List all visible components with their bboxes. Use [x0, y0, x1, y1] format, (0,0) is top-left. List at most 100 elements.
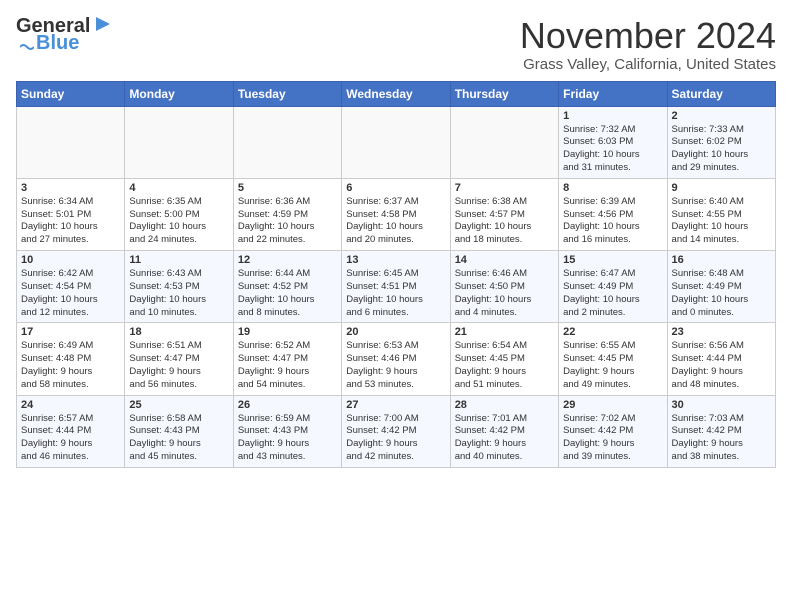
day-info: Sunrise: 6:48 AM Sunset: 4:49 PM Dayligh… — [672, 268, 771, 319]
weekday-header-sunday: Sunday — [17, 81, 125, 106]
day-number: 23 — [672, 326, 771, 338]
day-number: 18 — [129, 326, 228, 338]
weekday-header-wednesday: Wednesday — [342, 81, 450, 106]
calendar-cell: 20 Sunrise: 6:53 AM Sunset: 4:46 PM Dayli… — [342, 323, 450, 395]
calendar-cell: 7Sunrise: 6:38 AM Sunset: 4:57 PM Daylig… — [450, 178, 558, 250]
calendar-cell: 22Sunrise: 6:55 AM Sunset: 4:45 PM Dayli… — [559, 323, 667, 395]
weekday-header-saturday: Saturday — [667, 81, 775, 106]
day-number: 24 — [21, 399, 120, 411]
calendar-cell: 10 Sunrise: 6:42 AM Sunset: 4:54 PM Dayli… — [17, 251, 125, 323]
day-info: Sunrise: 6:39 AM Sunset: 4:56 PM Dayligh… — [563, 196, 662, 247]
calendar-cell: 12 Sunrise: 6:44 AM Sunset: 4:52 PM Dayli… — [233, 251, 341, 323]
day-info: Sunrise: 6:43 AM Sunset: 4:53 PM Dayligh… — [129, 268, 228, 319]
calendar-cell: 15 Sunrise: 6:47 AM Sunset: 4:49 PM Dayli… — [559, 251, 667, 323]
day-number: 15 — [563, 254, 662, 266]
weekday-header-tuesday: Tuesday — [233, 81, 341, 106]
calendar-cell — [342, 106, 450, 178]
day-info: Sunrise: 7:01 AM Sunset: 4:42 PM Dayligh… — [455, 413, 554, 464]
day-info: Sunrise: 7:33 AM Sunset: 6:02 PM Dayligh… — [672, 124, 771, 175]
day-number: 6 — [346, 182, 445, 194]
logo-arrow-icon — [92, 13, 114, 35]
calendar-header-row: SundayMondayTuesdayWednesdayThursdayFrid… — [17, 81, 776, 106]
day-info: Sunrise: 6:57 AM Sunset: 4:44 PM Dayligh… — [21, 413, 120, 464]
calendar-week-3: 10 Sunrise: 6:42 AM Sunset: 4:54 PM Dayli… — [17, 251, 776, 323]
calendar-cell — [17, 106, 125, 178]
day-info: Sunrise: 6:35 AM Sunset: 5:00 PM Dayligh… — [129, 196, 228, 247]
day-info: Sunrise: 6:51 AM Sunset: 4:47 PM Dayligh… — [129, 340, 228, 391]
day-number: 19 — [238, 326, 337, 338]
calendar-cell: 5 Sunrise: 6:36 AM Sunset: 4:59 PM Daylig… — [233, 178, 341, 250]
day-number: 4 — [129, 182, 228, 194]
day-number: 1 — [563, 110, 662, 122]
day-info: Sunrise: 6:44 AM Sunset: 4:52 PM Dayligh… — [238, 268, 337, 319]
calendar-cell: 23 Sunrise: 6:56 AM Sunset: 4:44 PM Dayli… — [667, 323, 775, 395]
day-info: Sunrise: 6:40 AM Sunset: 4:55 PM Dayligh… — [672, 196, 771, 247]
logo-wave-icon — [20, 37, 34, 51]
day-info: Sunrise: 6:36 AM Sunset: 4:59 PM Dayligh… — [238, 196, 337, 247]
calendar-cell: 6 Sunrise: 6:37 AM Sunset: 4:58 PM Daylig… — [342, 178, 450, 250]
day-number: 28 — [455, 399, 554, 411]
day-number: 21 — [455, 326, 554, 338]
day-info: Sunrise: 6:52 AM Sunset: 4:47 PM Dayligh… — [238, 340, 337, 391]
calendar-table: SundayMondayTuesdayWednesdayThursdayFrid… — [16, 81, 776, 468]
day-info: Sunrise: 6:37 AM Sunset: 4:58 PM Dayligh… — [346, 196, 445, 247]
day-info: Sunrise: 6:56 AM Sunset: 4:44 PM Dayligh… — [672, 340, 771, 391]
day-info: Sunrise: 6:54 AM Sunset: 4:45 PM Dayligh… — [455, 340, 554, 391]
calendar-cell — [125, 106, 233, 178]
calendar-cell: 21 Sunrise: 6:54 AM Sunset: 4:45 PM Dayli… — [450, 323, 558, 395]
calendar-cell: 29 Sunrise: 7:02 AM Sunset: 4:42 PM Dayli… — [559, 395, 667, 467]
day-info: Sunrise: 7:03 AM Sunset: 4:42 PM Dayligh… — [672, 413, 771, 464]
day-info: Sunrise: 6:47 AM Sunset: 4:49 PM Dayligh… — [563, 268, 662, 319]
calendar-cell: 17Sunrise: 6:49 AM Sunset: 4:48 PM Dayli… — [17, 323, 125, 395]
day-number: 12 — [238, 254, 337, 266]
calendar-cell: 13Sunrise: 6:45 AM Sunset: 4:51 PM Dayli… — [342, 251, 450, 323]
calendar-cell: 26 Sunrise: 6:59 AM Sunset: 4:43 PM Dayli… — [233, 395, 341, 467]
day-info: Sunrise: 6:53 AM Sunset: 4:46 PM Dayligh… — [346, 340, 445, 391]
day-number: 16 — [672, 254, 771, 266]
day-number: 2 — [672, 110, 771, 122]
calendar-cell: 9 Sunrise: 6:40 AM Sunset: 4:55 PM Daylig… — [667, 178, 775, 250]
day-number: 30 — [672, 399, 771, 411]
calendar-cell: 27 Sunrise: 7:00 AM Sunset: 4:42 PM Dayli… — [342, 395, 450, 467]
page-header: General Blue November 2024 Grass Valley,… — [16, 16, 776, 73]
calendar-cell: 24 Sunrise: 6:57 AM Sunset: 4:44 PM Dayli… — [17, 395, 125, 467]
day-number: 9 — [672, 182, 771, 194]
day-number: 3 — [21, 182, 120, 194]
day-number: 20 — [346, 326, 445, 338]
day-number: 27 — [346, 399, 445, 411]
logo-blue: Blue — [36, 32, 79, 55]
weekday-header-thursday: Thursday — [450, 81, 558, 106]
calendar-week-2: 3 Sunrise: 6:34 AM Sunset: 5:01 PM Daylig… — [17, 178, 776, 250]
calendar-cell: 1 Sunrise: 7:32 AM Sunset: 6:03 PM Daylig… — [559, 106, 667, 178]
calendar-cell — [450, 106, 558, 178]
calendar-cell: 11 Sunrise: 6:43 AM Sunset: 4:53 PM Dayli… — [125, 251, 233, 323]
location: Grass Valley, California, United States — [520, 56, 776, 73]
calendar-cell: 3 Sunrise: 6:34 AM Sunset: 5:01 PM Daylig… — [17, 178, 125, 250]
day-info: Sunrise: 7:32 AM Sunset: 6:03 PM Dayligh… — [563, 124, 662, 175]
day-info: Sunrise: 6:59 AM Sunset: 4:43 PM Dayligh… — [238, 413, 337, 464]
calendar-week-5: 24 Sunrise: 6:57 AM Sunset: 4:44 PM Dayli… — [17, 395, 776, 467]
day-info: Sunrise: 6:34 AM Sunset: 5:01 PM Dayligh… — [21, 196, 120, 247]
day-number: 5 — [238, 182, 337, 194]
day-number: 26 — [238, 399, 337, 411]
calendar-cell: 25Sunrise: 6:58 AM Sunset: 4:43 PM Dayli… — [125, 395, 233, 467]
day-info: Sunrise: 6:42 AM Sunset: 4:54 PM Dayligh… — [21, 268, 120, 319]
calendar-week-4: 17Sunrise: 6:49 AM Sunset: 4:48 PM Dayli… — [17, 323, 776, 395]
day-info: Sunrise: 7:00 AM Sunset: 4:42 PM Dayligh… — [346, 413, 445, 464]
calendar-cell: 30 Sunrise: 7:03 AM Sunset: 4:42 PM Dayli… — [667, 395, 775, 467]
day-number: 14 — [455, 254, 554, 266]
calendar-cell: 28 Sunrise: 7:01 AM Sunset: 4:42 PM Dayli… — [450, 395, 558, 467]
calendar-cell: 8Sunrise: 6:39 AM Sunset: 4:56 PM Daylig… — [559, 178, 667, 250]
calendar-cell: 4 Sunrise: 6:35 AM Sunset: 5:00 PM Daylig… — [125, 178, 233, 250]
day-number: 17 — [21, 326, 120, 338]
day-number: 10 — [21, 254, 120, 266]
day-number: 29 — [563, 399, 662, 411]
day-number: 11 — [129, 254, 228, 266]
calendar-cell — [233, 106, 341, 178]
calendar-week-1: 1 Sunrise: 7:32 AM Sunset: 6:03 PM Daylig… — [17, 106, 776, 178]
day-info: Sunrise: 7:02 AM Sunset: 4:42 PM Dayligh… — [563, 413, 662, 464]
calendar-cell: 2 Sunrise: 7:33 AM Sunset: 6:02 PM Daylig… — [667, 106, 775, 178]
day-info: Sunrise: 6:58 AM Sunset: 4:43 PM Dayligh… — [129, 413, 228, 464]
calendar-cell: 16 Sunrise: 6:48 AM Sunset: 4:49 PM Dayli… — [667, 251, 775, 323]
day-info: Sunrise: 6:46 AM Sunset: 4:50 PM Dayligh… — [455, 268, 554, 319]
